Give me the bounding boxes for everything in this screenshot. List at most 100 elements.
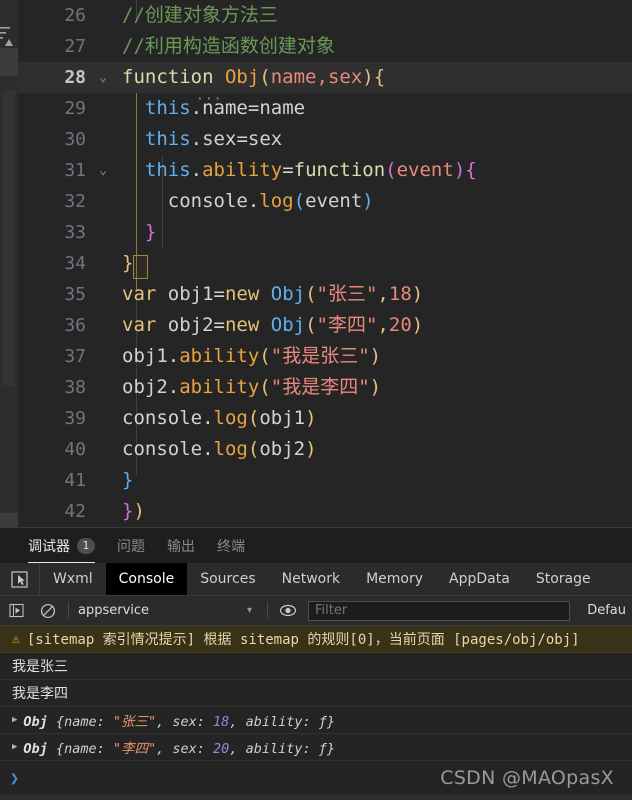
code-token: )	[453, 159, 466, 181]
code-token: obj1	[167, 283, 214, 305]
devtools-tab[interactable]: Storage	[523, 563, 604, 595]
code-line[interactable]: 31 ⌄ this.ability=function(event){	[18, 155, 632, 186]
code-token: )	[305, 438, 317, 460]
code-token: .	[167, 376, 180, 398]
code-line[interactable]: 38 obj2.ability("我是李四")	[18, 372, 632, 403]
object-separator-2: ,	[229, 741, 246, 757]
warning-triangle-icon: ⚠	[12, 631, 20, 647]
console-log-row[interactable]: 我是李四	[0, 680, 632, 707]
console-prompt-row[interactable]: ❯ CSDN @MAOpasX	[0, 761, 632, 795]
sort-filter-icon[interactable]	[0, 24, 18, 50]
clear-console-button[interactable]	[37, 600, 59, 622]
code-line[interactable]: 34}	[18, 248, 632, 279]
inspect-element-button[interactable]	[0, 563, 40, 595]
code-line[interactable]: 28 ⌄ function Obj(name,sex){	[18, 62, 632, 93]
execute-step-icon	[9, 603, 24, 618]
console-log-row[interactable]: ▶ Obj {name: "张三", sex: 18, ability: ƒ}	[0, 707, 632, 734]
line-number: 30	[64, 129, 86, 150]
code-line[interactable]: 41}	[18, 465, 632, 496]
devtools-tab[interactable]: AppData	[436, 563, 523, 595]
code-token: Obj	[270, 314, 306, 336]
context-selector[interactable]: appservice ▾	[78, 603, 258, 618]
console-toolbar[interactable]: appservice ▾ Defau	[0, 596, 632, 626]
code-token: sex	[202, 128, 237, 150]
code-token: new	[224, 314, 271, 336]
code-token: "我是张三"	[270, 345, 370, 367]
code-token: ability	[179, 376, 260, 398]
code-token: }	[122, 500, 134, 522]
code-line[interactable]: 42})	[18, 496, 632, 527]
panel-tab[interactable]: 输出	[167, 536, 195, 563]
line-number: 42	[64, 501, 86, 522]
execute-step-button[interactable]	[6, 600, 28, 622]
fold-chevron-icon[interactable]: ⌄	[92, 155, 114, 186]
code-lines: 26//创建对象方法三 27//利用构造函数创建对象 28 ⌄ function Obj…	[18, 0, 632, 527]
panel-tab-bar[interactable]: 调试器 1 问题 输出 终端	[0, 528, 632, 563]
left-activity-bar[interactable]	[0, 0, 18, 527]
code-line[interactable]: 27 //利用构造函数创建对象	[18, 31, 632, 62]
code-line[interactable]: 32 console.log(event)	[18, 186, 632, 217]
vscode-window: 26//创建对象方法三 27//利用构造函数创建对象 28 ⌄ function Obj…	[0, 0, 632, 800]
devtools-tab[interactable]: Sources	[187, 563, 268, 595]
log-level-selector[interactable]: Defau	[579, 603, 626, 618]
filter-input[interactable]	[308, 600, 571, 621]
console-log-row[interactable]: 我是张三	[0, 653, 632, 680]
code-line-text: var obj1=new Obj("张三",18)	[114, 279, 632, 310]
code-line[interactable]: 26 //创建对象方法三	[18, 0, 632, 31]
matching-brace-highlight	[133, 255, 148, 279]
object-key-name: name:	[64, 714, 113, 730]
console-object-preview: Obj {name: "张三", sex: 18, ability: ƒ}	[23, 710, 335, 730]
code-token: sex	[327, 66, 363, 88]
panel-tab[interactable]: 调试器 1	[28, 536, 95, 563]
code-line-text: var obj2=new Obj("李四",20)	[114, 310, 632, 341]
code-line[interactable]: 39 console.log(obj1)	[18, 403, 632, 434]
devtools-tab[interactable]: Memory	[353, 563, 436, 595]
code-line[interactable]: 36 var obj2=new Obj("李四",20)	[18, 310, 632, 341]
code-token: =	[236, 128, 248, 150]
console-log-text: 我是张三	[12, 659, 68, 675]
devtools-tab[interactable]: Wxml	[40, 563, 106, 595]
disclosure-triangle-icon[interactable]: ▶	[12, 715, 17, 725]
object-key-ability: ability:	[245, 714, 319, 730]
line-number: 41	[64, 470, 86, 491]
devtools-tab[interactable]: Network	[269, 563, 353, 595]
console-log-row[interactable]: ▶ Obj {name: "李四", sex: 20, ability: ƒ}	[0, 734, 632, 761]
code-line[interactable]: 40 console.log(obj2)	[18, 434, 632, 465]
code-line-text: }	[114, 217, 632, 248]
fold-chevron-icon[interactable]: ⌄	[92, 62, 114, 93]
object-key-name: name:	[64, 741, 113, 757]
devtools-tab[interactable]: Console	[105, 563, 188, 595]
line-number: 36	[64, 315, 86, 336]
code-line-text: console.log(obj1)	[114, 403, 632, 434]
object-key-sex: sex:	[172, 741, 214, 757]
devtools-tab-bar[interactable]: Wxml Console Sources Network Memory AppData St…	[0, 563, 632, 596]
editor-scrollbar[interactable]	[3, 90, 15, 386]
collapsed-hint-dots: ···	[196, 92, 223, 107]
panel-tab[interactable]: 问题	[117, 536, 145, 563]
code-token: .	[167, 345, 180, 367]
live-expression-button[interactable]	[277, 600, 299, 622]
panel-tab[interactable]: 终端	[217, 536, 245, 563]
code-token: .	[247, 190, 260, 212]
disclosure-triangle-icon[interactable]: ▶	[12, 742, 17, 752]
code-editor[interactable]: 26//创建对象方法三 27//利用构造函数创建对象 28 ⌄ function Obj…	[18, 0, 632, 527]
object-separator-2: ,	[229, 714, 246, 730]
console-output[interactable]: ⚠ [sitemap 索引情况提示] 根据 sitemap 的规则[0]，当前页面…	[0, 626, 632, 761]
code-line[interactable]: 33 }	[18, 217, 632, 248]
code-line[interactable]: 30 this.sex=sex	[18, 124, 632, 155]
code-line[interactable]: 37 obj1.ability("我是张三")	[18, 341, 632, 372]
code-token: ability	[202, 159, 283, 181]
toolbar-divider-1	[68, 602, 69, 619]
code-token: )	[305, 407, 317, 429]
console-warning-row[interactable]: ⚠ [sitemap 索引情况提示] 根据 sitemap 的规则[0]，当前页面…	[0, 626, 632, 653]
code-line[interactable]: 35 var obj1=new Obj("张三",18)	[18, 279, 632, 310]
code-token: (	[385, 159, 397, 181]
code-line-text: })	[114, 496, 632, 527]
code-line[interactable]: 29 this.name=name	[18, 93, 632, 124]
code-token: (	[247, 407, 260, 429]
